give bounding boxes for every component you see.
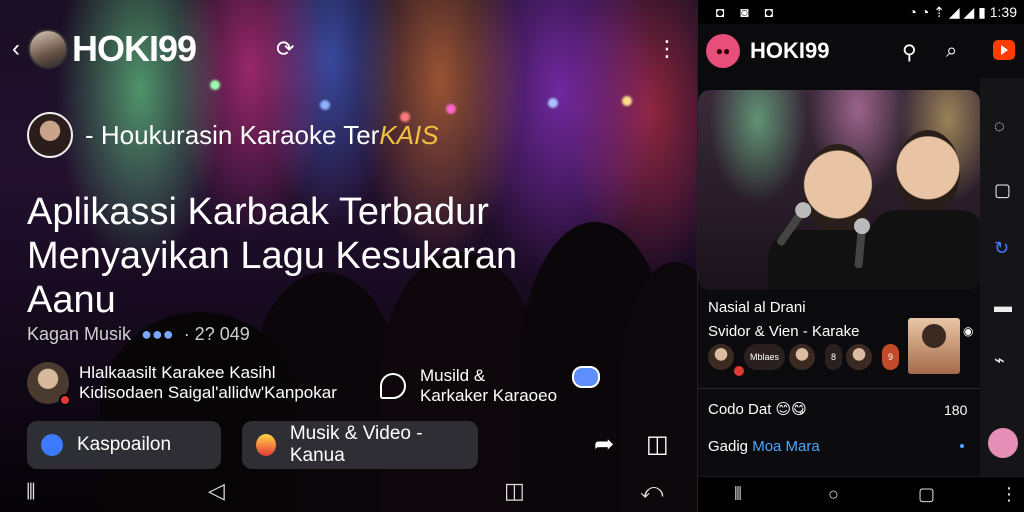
app-title: HOKI99 (750, 38, 830, 63)
tag-block[interactable]: Musild & Karkaker Karaoeo (380, 366, 557, 406)
avatar[interactable] (789, 344, 816, 370)
list-item-count: 180 (944, 402, 968, 418)
play-icon[interactable] (993, 40, 1015, 60)
status-system: ◔ ◔ ⇡ ◢ ◢ ▮ 1:39 (908, 4, 1017, 20)
back-icon[interactable]: ‹ (12, 35, 28, 63)
subtitle-decoration: KAIS (379, 119, 439, 150)
app-header: ●● HOKI99 (698, 24, 980, 78)
square-icon[interactable]: ▢ (994, 180, 1011, 201)
category-label: Kagan Musik (27, 324, 132, 344)
tag-line: Karkaker Karaoeo (420, 386, 558, 405)
mini-pill[interactable]: 8 (825, 344, 843, 370)
pill-label: Kaspoailon (77, 434, 172, 455)
side-rail: ◌ ▢ ↻ ▬ ⌁ (980, 78, 1024, 476)
headline: Aplikassi Karbaak Terbadur Menyayikan La… (27, 191, 518, 321)
pill-label: Musik & Video - Kanua (289, 423, 423, 466)
channel-row[interactable]: Hlalkaasilt Karakee Kasihl Kidisodaen Sa… (27, 362, 337, 406)
video-thumbnail[interactable] (698, 90, 980, 290)
list-item-prefix: Gadig (708, 438, 753, 455)
phone-panel: ◘ ◙ ◘ ◔ ◔ ⇡ ◢ ◢ ▮ 1:39 ●● HOKI99 ⚲ ⌕ ◌ ▢… (697, 0, 1024, 512)
video-title-line: Nasial al Drani (708, 299, 806, 316)
channel-subtitle-row: - Houkurasin Karaoke TerKAIS (27, 112, 439, 158)
overview-nav-icon[interactable]: ⤺ (640, 478, 664, 504)
live-badge (59, 394, 71, 406)
overview-nav-icon[interactable]: ▢ (918, 484, 935, 505)
mini-pill[interactable]: 9 (882, 344, 900, 370)
bookmark-icon[interactable]: ◫ (646, 430, 669, 459)
more-icon[interactable]: ⋮ (1000, 484, 1018, 505)
share-icon[interactable]: ➦ (594, 430, 614, 459)
avatar[interactable] (27, 362, 71, 406)
cast-icon[interactable]: ⚲ (902, 40, 917, 65)
video-panel: ‹ HOKI99 ⟳ ⋮ - Houkurasin Karaoke TerKAI… (0, 0, 697, 512)
avatar[interactable] (27, 112, 73, 158)
back-nav-icon[interactable]: ◁ (208, 478, 225, 504)
recent-apps-icon[interactable]: ⦀ (734, 484, 742, 505)
tag-line: Musild & (420, 366, 486, 385)
chat-icon[interactable]: ◌ (994, 116, 1005, 137)
system-nav-bar: ⦀ ◁ ◫ ⤺ (0, 472, 697, 512)
thumbnail[interactable] (908, 318, 960, 374)
more-icon[interactable]: ⋮ (656, 36, 678, 62)
profile-icon[interactable] (988, 428, 1018, 458)
status-bar: ◘ ◙ ◘ ◔ ◔ ⇡ ◢ ◢ ▮ 1:39 (698, 0, 1024, 24)
list-item[interactable]: Gadig Moa Mara (708, 438, 820, 455)
list-item-title[interactable]: Codo Dat 😊😋 (708, 400, 807, 418)
unread-dot (960, 444, 964, 448)
channel-name: Hlalkaasilt Karakee Kasihl (79, 363, 276, 382)
meta-row: Kagan Musik ●●● · 2? 049 (27, 324, 250, 345)
category-pill[interactable]: Musik & Video - Kanua (242, 421, 478, 469)
singer-man (868, 130, 980, 290)
recent-apps-icon[interactable]: ⦀ (26, 479, 36, 505)
system-nav-bar: ⦀ ○ ▢ ⋮ (698, 476, 1024, 512)
live-badge (734, 366, 744, 376)
stage-light (210, 80, 220, 90)
divider (698, 388, 980, 389)
avatar[interactable] (846, 344, 873, 370)
video-title[interactable]: Nasial al Drani Svidor & Vien - Karake (708, 296, 859, 344)
status-notifications: ◘ ◙ ◘ (716, 4, 780, 20)
video-title-line: Svidor & Vien - Karake (708, 323, 860, 340)
refresh-icon[interactable]: ↻ (994, 238, 1009, 259)
app-logo[interactable]: ●● (706, 34, 740, 68)
chat-icon[interactable] (572, 366, 600, 388)
avatar[interactable] (28, 29, 68, 69)
home-nav-icon[interactable]: ◫ (504, 478, 525, 504)
avatar[interactable] (708, 344, 734, 370)
view-count: · 2? 049 (183, 324, 250, 344)
minus-icon[interactable]: ▬ (994, 296, 1012, 317)
search-icon[interactable]: ⌕ (946, 40, 957, 63)
brand-title: HOKI99 (72, 28, 197, 69)
meta-dots: ●●● (141, 324, 174, 344)
stage-light (548, 98, 558, 108)
link-icon[interactable]: ⌁ (994, 350, 1005, 371)
stage-light (446, 104, 456, 114)
channel-description: Kidisodaen Saigal'allidw'Kanpokar (79, 383, 337, 402)
mini-pill[interactable]: Mblaes (744, 344, 786, 370)
left-header: ‹ HOKI99 (12, 28, 197, 70)
category-pill[interactable]: Kaspoailon (27, 421, 221, 469)
channel-text: Hlalkaasilt Karakee Kasihl Kidisodaen Sa… (79, 363, 337, 403)
subtitle: - Houkurasin Karaoke TerKAIS (85, 119, 439, 150)
music-icon (256, 434, 276, 456)
comment-icon[interactable] (380, 373, 406, 399)
tag-text: Musild & Karkaker Karaoeo (420, 366, 557, 406)
refresh-icon[interactable]: ⟳ (276, 36, 294, 62)
stage-light (622, 96, 632, 106)
app-icon (41, 434, 63, 456)
list-item-highlight: Moa Mara (752, 438, 820, 455)
eye-icon: ◉ (963, 324, 974, 338)
home-nav-icon[interactable]: ○ (828, 484, 839, 505)
stage-light (320, 100, 330, 110)
